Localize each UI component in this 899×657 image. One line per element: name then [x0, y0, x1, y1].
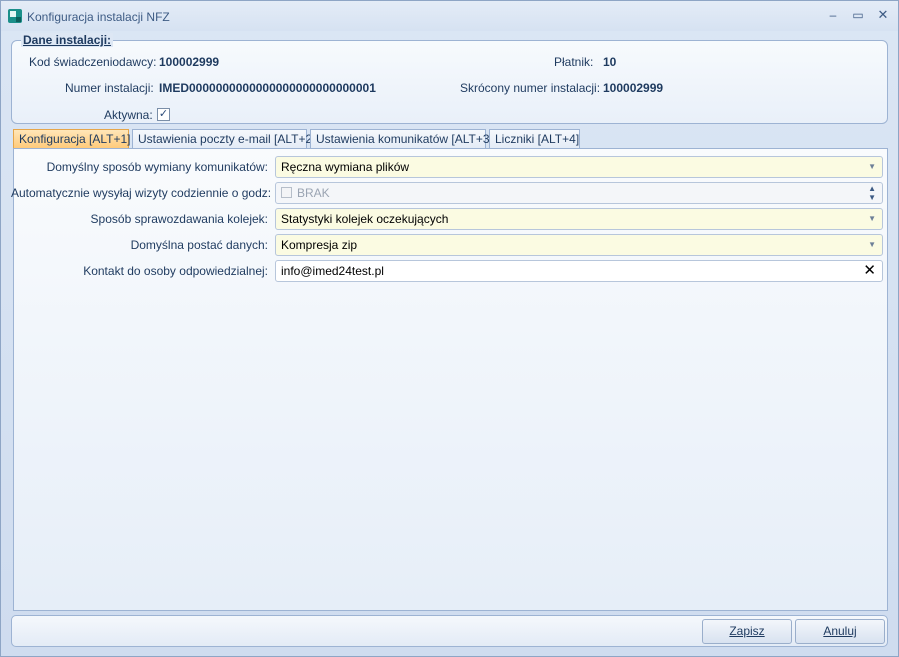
data-format-value: Kompresja zip [281, 238, 358, 252]
short-installation-number-label: Skrócony numer instalacji: [460, 81, 601, 95]
data-format-select[interactable]: Kompresja zip ▼ [275, 234, 883, 256]
cancel-button[interactable]: Anuluj [795, 619, 885, 644]
auto-send-value: BRAK [297, 186, 330, 200]
queue-reporting-value: Statystyki kolejek oczekujących [281, 212, 449, 226]
dialog-window: Konfiguracja instalacji NFZ – ▭ ✕ Dane i… [0, 0, 899, 657]
exchange-method-select[interactable]: Ręczna wymiana plików ▼ [275, 156, 883, 178]
queue-reporting-label: Sposób sprawozdawania kolejek: [90, 212, 268, 226]
exchange-method-label: Domyślny sposób wymiany komunikatów: [46, 160, 268, 174]
auto-send-checkbox[interactable] [281, 187, 292, 198]
chevron-down-icon: ▼ [868, 214, 876, 223]
contact-label: Kontakt do osoby odpowiedzialnej: [83, 264, 268, 278]
tab-message-settings[interactable]: Ustawienia komunikatów [ALT+3] [310, 129, 493, 149]
contact-value: info@imed24test.pl [281, 264, 384, 278]
installation-data-legend: Dane instalacji: [21, 33, 114, 47]
maximize-button[interactable]: ▭ [847, 6, 869, 24]
data-format-label: Domyślna postać danych: [130, 238, 268, 252]
tab-counters[interactable]: Liczniki [ALT+4] [489, 129, 580, 149]
spinner-icon[interactable]: ▲ ▼ [868, 184, 876, 202]
minimize-button[interactable]: – [822, 6, 844, 24]
tab-email-settings[interactable]: Ustawienia poczty e-mail [ALT+2] [132, 129, 316, 149]
payer-value: 10 [603, 55, 617, 69]
cancel-button-label: Anuluj [823, 624, 857, 638]
queue-reporting-select[interactable]: Statystyki kolejek oczekujących ▼ [275, 208, 883, 230]
active-checkbox[interactable]: ✓ [157, 108, 170, 121]
close-button[interactable]: ✕ [872, 6, 894, 24]
save-button[interactable]: Zapisz [702, 619, 792, 644]
installation-number-label: Numer instalacji: [65, 81, 154, 95]
clear-icon[interactable]: ✕ [863, 261, 876, 281]
tab-configuration[interactable]: Konfiguracja [ALT+1] [13, 129, 131, 149]
chevron-down-icon: ▼ [868, 240, 876, 249]
window-title: Konfiguracja instalacji NFZ [27, 10, 170, 24]
title-bar[interactable]: Konfiguracja instalacji NFZ – ▭ ✕ [1, 1, 898, 31]
auto-send-time-field[interactable]: BRAK ▲ ▼ [275, 182, 883, 204]
provider-code-label: Kod świadczeniodawcy: [29, 55, 157, 69]
active-label: Aktywna: [104, 108, 153, 122]
chevron-down-icon: ▼ [868, 162, 876, 171]
payer-label: Płatnik: [554, 55, 594, 69]
auto-send-label: Automatycznie wysyłaj wizyty codziennie … [11, 186, 272, 200]
installation-number-value: IMED0000000000000000000000000001 [159, 81, 376, 95]
app-icon [8, 9, 22, 23]
provider-code-value: 100002999 [159, 55, 220, 69]
exchange-method-value: Ręczna wymiana plików [281, 160, 410, 174]
contact-input[interactable]: info@imed24test.pl ✕ [275, 260, 883, 282]
save-button-label: Zapisz [729, 624, 765, 638]
short-installation-number-value: 100002999 [603, 81, 664, 95]
